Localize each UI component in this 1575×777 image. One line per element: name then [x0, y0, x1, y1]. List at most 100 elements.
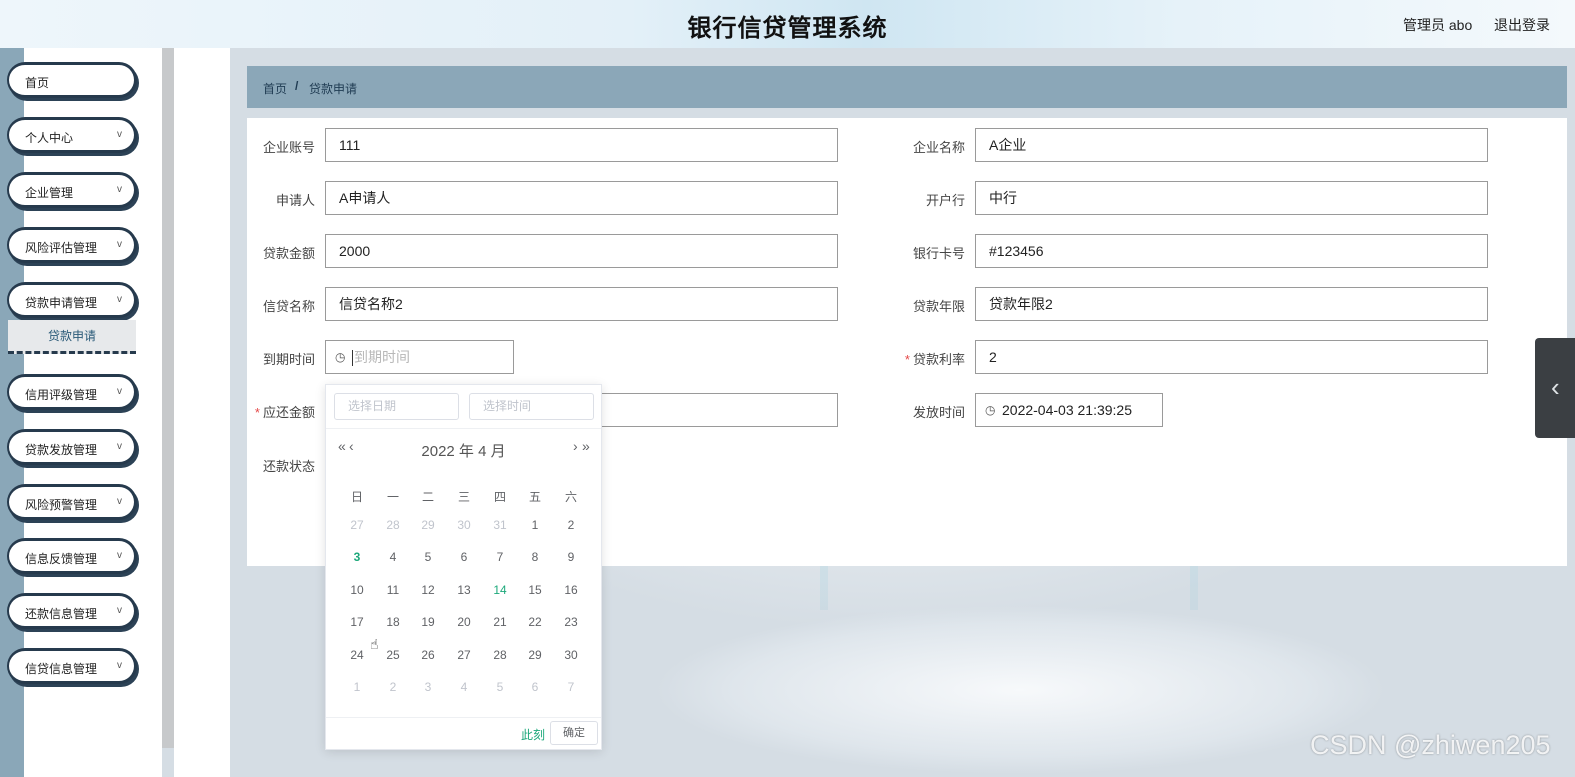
calendar-day[interactable]: 26 — [410, 648, 446, 662]
weekday-header: 六 — [564, 490, 577, 504]
sidebar-subitem-loan-apply[interactable]: 贷款申请 — [8, 320, 136, 354]
sidebar-item-personal-center[interactable]: 个人中心 v — [7, 117, 137, 153]
calendar-day[interactable]: 22 — [517, 615, 553, 629]
sidebar-item-label: 信息反馈管理 — [25, 552, 98, 566]
sidebar-item-risk-warning[interactable]: 风险预警管理 v — [7, 484, 137, 520]
calendar-day[interactable]: 6 — [517, 680, 553, 694]
sidebar-item-label: 风险预警管理 — [25, 498, 98, 512]
calendar-day[interactable]: 17 — [339, 615, 375, 629]
weekday-header: 二 — [421, 490, 434, 504]
now-button[interactable]: 此刻 — [521, 726, 545, 743]
chevron-down-icon: v — [117, 496, 122, 507]
calendar-day[interactable]: 27 — [339, 518, 375, 532]
enterprise-account-field[interactable]: 111 — [325, 128, 838, 162]
calendar-day[interactable]: 29 — [517, 648, 553, 662]
calendar-day[interactable]: 9 — [553, 550, 589, 564]
loan-term-field[interactable]: 贷款年限2 — [975, 287, 1488, 321]
sidebar-scrollbar[interactable] — [162, 48, 174, 748]
content-gutter — [174, 48, 230, 777]
logout-link[interactable]: 退出登录 — [1494, 15, 1550, 35]
sidebar-item-loan-disbursement[interactable]: 贷款发放管理 v — [7, 429, 137, 465]
picker-date-input[interactable]: 选择日期 — [334, 393, 459, 420]
sidebar-item-label: 风险评估管理 — [25, 241, 98, 255]
calendar-day[interactable]: 12 — [410, 583, 446, 597]
chevron-down-icon: v — [117, 184, 122, 195]
picker-footer-divider — [326, 717, 601, 718]
calendar-day[interactable]: 14 — [482, 583, 518, 597]
sidebar-item-loan-application[interactable]: 贷款申请管理 v — [7, 282, 137, 318]
enterprise-name-field[interactable]: A企业 — [975, 128, 1488, 162]
picker-time-input[interactable]: 选择时间 — [469, 393, 594, 420]
calendar-day[interactable]: 4 — [375, 550, 411, 564]
calendar-day[interactable]: 15 — [517, 583, 553, 597]
sidebar-item-enterprise[interactable]: 企业管理 v — [7, 172, 137, 208]
calendar-day[interactable]: 5 — [410, 550, 446, 564]
calendar-day[interactable]: 1 — [339, 680, 375, 694]
calendar-day[interactable]: 30 — [446, 518, 482, 532]
sidebar-item-home[interactable]: 首页 — [7, 62, 137, 98]
breadcrumb-home[interactable]: 首页 — [263, 80, 287, 97]
credit-name-field[interactable]: 信贷名称2 — [325, 287, 838, 321]
calendar-day[interactable]: 21 — [482, 615, 518, 629]
calendar-day[interactable]: 6 — [446, 550, 482, 564]
chevron-down-icon: v — [117, 441, 122, 452]
calendar-day[interactable]: 5 — [482, 680, 518, 694]
collapse-panel-tab[interactable]: ‹ — [1535, 338, 1575, 438]
sidebar-item-feedback[interactable]: 信息反馈管理 v — [7, 538, 137, 574]
calendar-day[interactable]: 2 — [375, 680, 411, 694]
calendar-day[interactable]: 19 — [410, 615, 446, 629]
calendar-day[interactable]: 1 — [517, 518, 553, 532]
chevron-left-icon: ‹ — [1551, 372, 1560, 402]
calendar-day[interactable]: 4 — [446, 680, 482, 694]
calendar-day[interactable]: 3 — [410, 680, 446, 694]
chevron-down-icon: v — [117, 294, 122, 305]
applicant-field[interactable]: A申请人 — [325, 181, 838, 215]
chevron-down-icon: v — [117, 129, 122, 140]
chevron-down-icon: v — [117, 386, 122, 397]
sidebar-item-credit-info[interactable]: 信贷信息管理 v — [7, 648, 137, 684]
sidebar-item-label: 个人中心 — [25, 131, 74, 145]
label-credit-name: 信贷名称 — [262, 299, 315, 314]
calendar-day[interactable]: 30 — [553, 648, 589, 662]
weekday-header: 三 — [457, 490, 470, 504]
confirm-button[interactable]: 确定 — [550, 721, 598, 745]
calendar-day[interactable]: 25 — [375, 648, 411, 662]
calendar-day[interactable]: 28 — [375, 518, 411, 532]
due-date-picker-input[interactable]: ◷ 到期时间 — [325, 340, 514, 374]
app-title: 银行信贷管理系统 — [687, 15, 888, 42]
sidebar-item-label: 贷款发放管理 — [25, 443, 98, 457]
chevron-down-icon: v — [117, 239, 122, 250]
label-loan-term: 贷款年限 — [912, 299, 965, 314]
loan-amount-field[interactable]: 2000 — [325, 234, 838, 268]
calendar-day[interactable]: 18 — [375, 615, 411, 629]
calendar-day[interactable]: 31 — [482, 518, 518, 532]
sidebar-item-repayment[interactable]: 还款信息管理 v — [7, 593, 137, 629]
calendar-day[interactable]: 7 — [553, 680, 589, 694]
sidebar-item-risk-assessment[interactable]: 风险评估管理 v — [7, 227, 137, 263]
bank-field[interactable]: 中行 — [975, 181, 1488, 215]
next-year-icon[interactable]: » — [582, 438, 590, 454]
interest-rate-field[interactable]: 2 — [975, 340, 1488, 374]
calendar-day[interactable]: 23 — [553, 615, 589, 629]
calendar-day[interactable]: 13 — [446, 583, 482, 597]
calendar-day[interactable]: 3 — [339, 550, 375, 564]
calendar-day[interactable]: 29 — [410, 518, 446, 532]
sidebar-item-credit-rating[interactable]: 信用评级管理 v — [7, 374, 137, 410]
label-enterprise-account: 企业账号 — [262, 140, 315, 155]
calendar-day[interactable]: 8 — [517, 550, 553, 564]
calendar-day[interactable]: 28 — [482, 648, 518, 662]
picker-divider — [326, 428, 601, 429]
issue-time-picker-input[interactable]: ◷ 2022-04-03 21:39:25 — [975, 393, 1163, 427]
calendar-day[interactable]: 2 — [553, 518, 589, 532]
card-number-field[interactable]: #123456 — [975, 234, 1488, 268]
calendar-day[interactable]: 7 — [482, 550, 518, 564]
top-header: 银行信贷管理系统 管理员 abo 退出登录 — [0, 0, 1575, 48]
calendar-day[interactable]: 10 — [339, 583, 375, 597]
picker-month-title: 2022 年 4 月 — [421, 443, 506, 460]
next-month-icon[interactable]: › — [573, 438, 578, 454]
calendar-day[interactable]: 20 — [446, 615, 482, 629]
calendar-day[interactable]: 27 — [446, 648, 482, 662]
sidebar-item-label: 企业管理 — [25, 186, 74, 200]
calendar-day[interactable]: 11 — [375, 583, 411, 597]
calendar-day[interactable]: 16 — [553, 583, 589, 597]
